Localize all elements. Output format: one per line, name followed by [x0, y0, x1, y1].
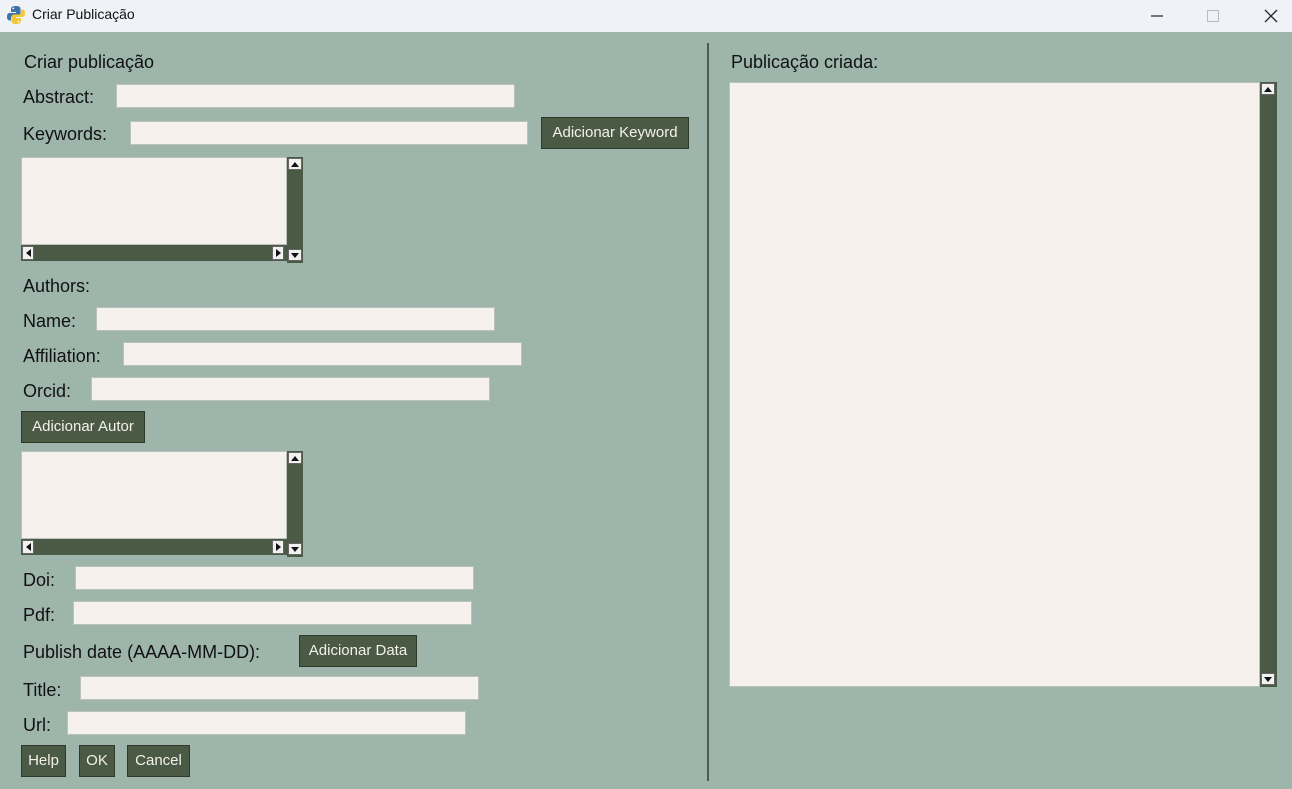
window-titlebar: Criar Publicação	[0, 0, 1292, 32]
pdf-label: Pdf:	[23, 605, 56, 625]
abstract-input[interactable]	[116, 84, 515, 108]
minimize-icon	[1151, 15, 1163, 17]
scroll-down-icon[interactable]	[288, 543, 302, 555]
authors-vertical-scrollbar[interactable]	[287, 451, 303, 557]
orcid-input[interactable]	[91, 377, 490, 401]
maximize-icon	[1207, 10, 1219, 22]
output-label: Publicação criada:	[731, 52, 879, 72]
python-icon	[6, 5, 26, 25]
pdf-input[interactable]	[73, 601, 472, 625]
scroll-up-icon[interactable]	[288, 158, 302, 170]
keywords-horizontal-scrollbar[interactable]	[21, 245, 287, 261]
scroll-up-icon[interactable]	[288, 452, 302, 464]
doi-input[interactable]	[75, 566, 474, 590]
keywords-input[interactable]	[130, 121, 528, 145]
scroll-right-icon[interactable]	[272, 246, 284, 260]
url-label: Url:	[23, 715, 51, 735]
affiliation-label: Affiliation:	[23, 346, 101, 366]
minimize-button[interactable]	[1132, 0, 1182, 32]
output-textarea[interactable]	[729, 82, 1260, 687]
keywords-vertical-scrollbar[interactable]	[287, 157, 303, 263]
keywords-label: Keywords:	[23, 124, 108, 144]
add-date-button[interactable]: Adicionar Data	[299, 635, 417, 667]
doi-label: Doi:	[23, 570, 56, 590]
authors-horizontal-scrollbar[interactable]	[21, 539, 287, 555]
help-button[interactable]: Help	[21, 745, 66, 777]
panel-divider	[707, 43, 709, 781]
add-keyword-button[interactable]: Adicionar Keyword	[541, 117, 689, 149]
scroll-down-icon[interactable]	[288, 249, 302, 261]
publish-date-label: Publish date (AAAA-MM-DD):	[23, 642, 261, 662]
authors-label: Authors:	[23, 276, 91, 296]
add-author-button[interactable]: Adicionar Autor	[21, 411, 145, 443]
scroll-left-icon[interactable]	[22, 540, 34, 554]
orcid-label: Orcid:	[23, 381, 72, 401]
scroll-down-icon[interactable]	[1261, 673, 1275, 685]
keywords-listbox[interactable]	[21, 157, 287, 245]
authors-listbox[interactable]	[21, 451, 287, 539]
scroll-left-icon[interactable]	[22, 246, 34, 260]
title-label: Title:	[23, 680, 62, 700]
name-input[interactable]	[96, 307, 495, 331]
close-button[interactable]	[1246, 0, 1292, 32]
close-icon	[1264, 9, 1278, 23]
title-input[interactable]	[80, 676, 479, 700]
name-label: Name:	[23, 311, 77, 331]
affiliation-input[interactable]	[123, 342, 522, 366]
url-input[interactable]	[67, 711, 466, 735]
form-heading: Criar publicação	[24, 52, 155, 72]
window-title: Criar Publicação	[32, 6, 135, 22]
ok-button[interactable]: OK	[79, 745, 115, 777]
cancel-button[interactable]: Cancel	[127, 745, 190, 777]
maximize-button[interactable]	[1188, 0, 1238, 32]
output-vertical-scrollbar[interactable]	[1260, 82, 1277, 687]
scroll-up-icon[interactable]	[1261, 83, 1275, 95]
abstract-label: Abstract:	[23, 87, 95, 107]
scroll-right-icon[interactable]	[272, 540, 284, 554]
